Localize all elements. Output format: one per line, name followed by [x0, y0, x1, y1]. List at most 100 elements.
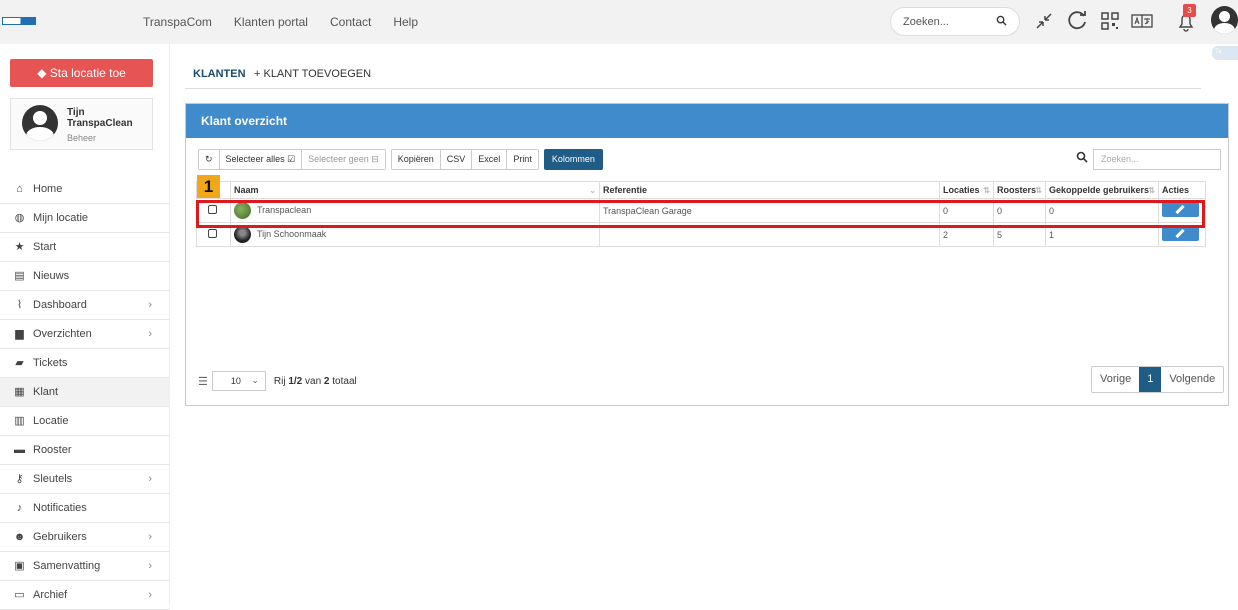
- select-none-button[interactable]: Selecteer geen ⊟: [302, 150, 385, 169]
- col-roosters[interactable]: Roosters ⇅: [993, 181, 1046, 199]
- sort-icon: ⇅: [1035, 186, 1042, 195]
- sidebar-item-archief[interactable]: ▭ Archief ›: [0, 581, 170, 610]
- row-select-cell: [196, 198, 231, 223]
- side-tab[interactable]: Ta: [1212, 46, 1238, 60]
- collapse-icon[interactable]: [1033, 10, 1055, 32]
- csv-button[interactable]: CSV: [440, 150, 473, 169]
- star-icon: ★: [14, 240, 25, 253]
- qr-code-icon[interactable]: [1099, 10, 1121, 32]
- next-page-button[interactable]: Volgende: [1161, 367, 1223, 392]
- sidebar-item-label: Notificaties: [33, 502, 87, 514]
- print-button[interactable]: Print: [507, 150, 538, 169]
- sidebar-item-locatie[interactable]: ▥ Locatie: [0, 407, 170, 436]
- brand-logo[interactable]: [2, 17, 36, 25]
- sidebar-item-samenvatting[interactable]: ▣ Samenvatting ›: [0, 552, 170, 581]
- referentie-cell: [599, 222, 940, 247]
- prev-page-button[interactable]: Vorige: [1092, 367, 1139, 392]
- roosters-cell: 5: [993, 222, 1046, 247]
- gebruikers-cell: 0: [1045, 198, 1159, 223]
- sidebar-item-label: Klant: [33, 386, 59, 398]
- sidebar-item-dashboard[interactable]: ⌇ Dashboard ›: [0, 291, 170, 320]
- col-locaties[interactable]: Locaties ⇅: [939, 181, 994, 199]
- chevron-right-icon: ›: [148, 589, 152, 601]
- row-select-cell: [196, 222, 231, 247]
- sort-icon: ⌄: [589, 186, 596, 195]
- top-bar: TranspaCom Klanten portal Contact Help Z…: [0, 0, 1238, 44]
- nav-contact[interactable]: Contact: [330, 15, 371, 29]
- row-info: Rij 1/2 van 2 totaal: [274, 376, 357, 387]
- sidebar-item-tickets[interactable]: ▰ Tickets: [0, 349, 170, 378]
- sidebar-item-mijn-locatie[interactable]: ◍ Mijn locatie: [0, 204, 170, 233]
- sidebar-item-klant[interactable]: ▦ Klant: [0, 378, 170, 407]
- sidebar-item-sleutels[interactable]: ⚷ Sleutels ›: [0, 465, 170, 494]
- location-diamond-icon: ◆: [37, 66, 50, 80]
- row-info-suffix: totaal: [329, 375, 357, 387]
- copy-button[interactable]: Kopiëren: [391, 150, 441, 169]
- newspaper-icon: ▤: [14, 269, 25, 282]
- briefcase-icon: ▬: [14, 443, 25, 456]
- columns-button[interactable]: Kolommen: [543, 149, 603, 170]
- page-1-button[interactable]: 1: [1139, 367, 1162, 392]
- sidebar-item-overzichten[interactable]: ▆ Overzichten ›: [0, 320, 170, 349]
- sidebar-item-label: Archief: [33, 589, 68, 601]
- chevron-right-icon: ›: [148, 560, 152, 572]
- top-nav: TranspaCom Klanten portal Contact Help: [143, 15, 440, 29]
- col-gekoppelde-gebruikers[interactable]: Gekoppelde gebruikers ⇅: [1045, 181, 1159, 199]
- sidebar-item-start[interactable]: ★ Start: [0, 233, 170, 262]
- row-info-mid: van: [302, 375, 324, 387]
- edit-button[interactable]: [1162, 202, 1199, 217]
- row-checkbox[interactable]: [208, 229, 217, 238]
- sidebar-item-gebruikers[interactable]: ☻ Gebruikers ›: [0, 523, 170, 552]
- search-icon: [1076, 151, 1088, 163]
- table-row[interactable]: Transpaclean TranspaClean Garage 0 0 0: [196, 198, 1206, 223]
- edit-button[interactable]: [1162, 226, 1199, 241]
- translate-icon[interactable]: [1131, 10, 1153, 32]
- global-search-input[interactable]: Zoeken...: [890, 7, 1020, 36]
- client-avatar: [234, 202, 251, 219]
- page-length-control: ☰ 10 ⌄ Rij 1/2 van 2 totaal: [198, 371, 357, 391]
- col-roosters-label: Roosters: [997, 185, 1037, 195]
- profile-card[interactable]: Tijn TranspaClean Beheer: [10, 98, 153, 150]
- row-checkbox[interactable]: [208, 205, 217, 214]
- sidebar-item-label: Rooster: [33, 444, 72, 456]
- sidebar-item-home[interactable]: ⌂ Home: [0, 175, 170, 204]
- refresh-icon[interactable]: [1066, 10, 1088, 32]
- user-avatar[interactable]: [1211, 6, 1238, 34]
- allow-location-button[interactable]: ◆ Sta locatie toe: [10, 59, 153, 87]
- chevron-right-icon: ›: [148, 299, 152, 311]
- users-icon: ☻: [13, 530, 26, 543]
- reload-button[interactable]: ↻: [199, 150, 220, 169]
- sidebar-item-rooster[interactable]: ▬ Rooster: [0, 436, 170, 465]
- naam-value: Tijn Schoonmaak: [257, 228, 327, 239]
- excel-button[interactable]: Excel: [472, 150, 508, 169]
- tab-klanten[interactable]: KLANTEN: [193, 68, 246, 80]
- select-all-button[interactable]: Selecteer alles ☑: [219, 150, 303, 169]
- refresh-icon: ↻: [205, 154, 213, 164]
- globe-icon: ◍: [14, 211, 25, 224]
- sidebar-item-label: Samenvatting: [33, 560, 101, 572]
- table-search-input[interactable]: Zoeken...: [1093, 149, 1221, 170]
- nav-klanten-portal[interactable]: Klanten portal: [234, 15, 308, 29]
- table-row[interactable]: Tijn Schoonmaak 2 5 1: [196, 222, 1206, 247]
- locaties-cell: 0: [939, 198, 994, 223]
- step-number-badge: 1: [197, 175, 220, 198]
- bell-icon: ♪: [16, 501, 23, 514]
- location-building-icon: ▥: [14, 414, 25, 427]
- table-toolbar: ↻ Selecteer alles ☑ Selecteer geen ⊟ Kop…: [198, 149, 603, 170]
- search-icon[interactable]: [996, 15, 1007, 26]
- chevron-down-icon: ⌄: [251, 375, 259, 385]
- col-referentie[interactable]: Referentie: [599, 181, 940, 199]
- sidebar-item-notificaties[interactable]: ♪ Notificaties: [0, 494, 170, 523]
- summary-icon: ▣: [14, 559, 25, 572]
- acties-cell: [1158, 198, 1206, 223]
- nav-help[interactable]: Help: [393, 15, 418, 29]
- page-length-select[interactable]: 10 ⌄: [211, 371, 266, 391]
- profile-avatar: [22, 105, 58, 141]
- nav-transpacom[interactable]: TranspaCom: [143, 15, 212, 29]
- col-naam[interactable]: Naam ⌄: [230, 181, 600, 199]
- naam-cell: Transpaclean: [230, 198, 600, 223]
- sidebar-item-label: Overzichten: [33, 328, 92, 340]
- tab-add-klant[interactable]: + KLANT TOEVOEGEN: [254, 68, 371, 80]
- sidebar-item-nieuws[interactable]: ▤ Nieuws: [0, 262, 170, 291]
- col-gebruikers-label: Gekoppelde gebruikers: [1049, 185, 1150, 195]
